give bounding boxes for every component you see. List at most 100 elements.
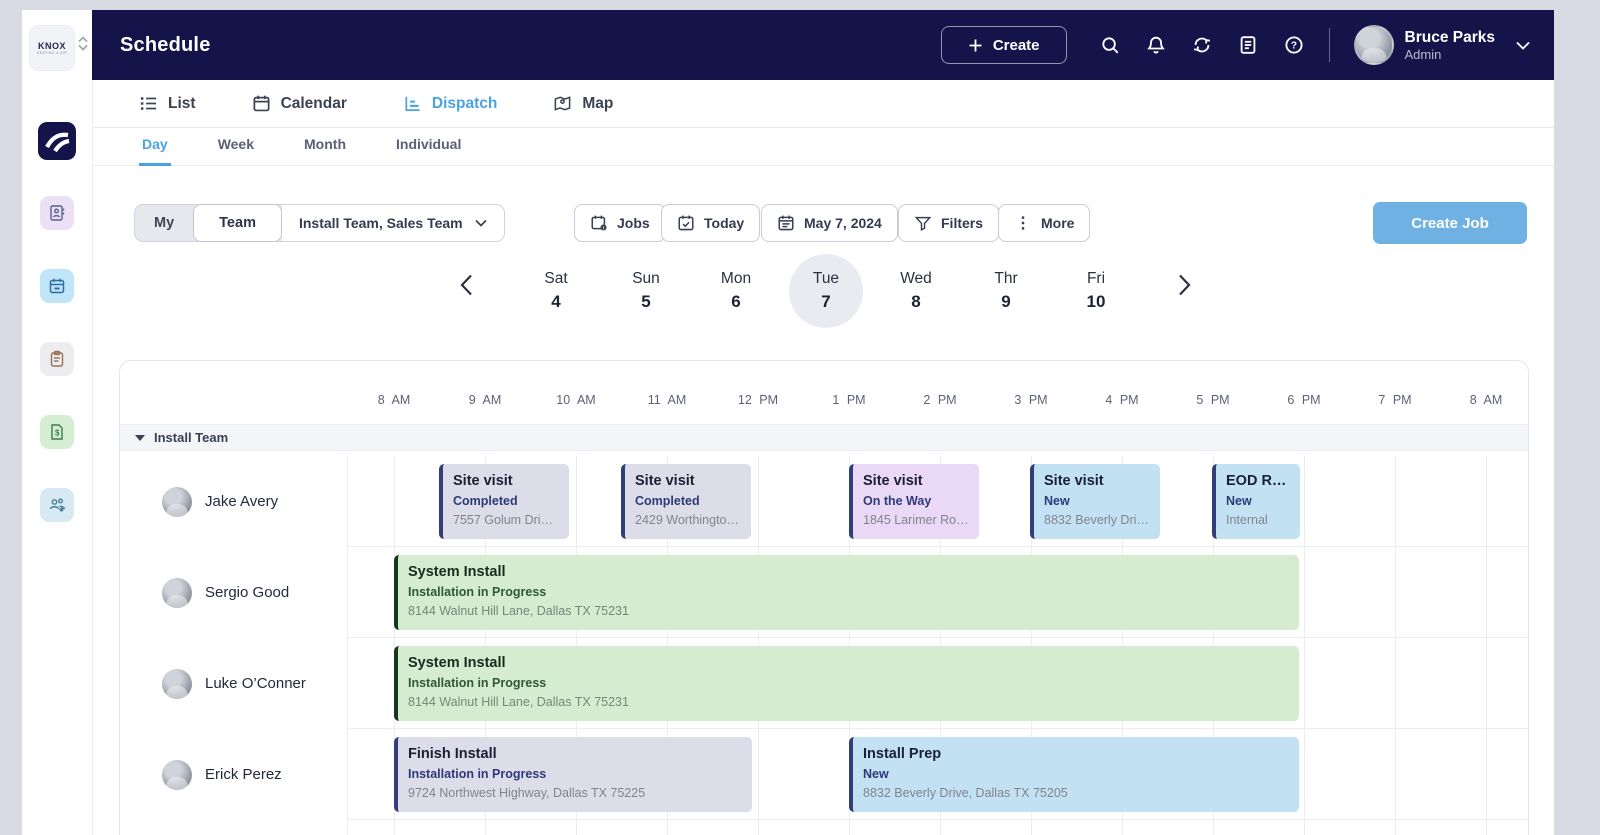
view-tab-month[interactable]: Month (301, 128, 349, 166)
sidebar-item-schedule[interactable] (40, 269, 74, 303)
search-icon[interactable] (1099, 34, 1121, 56)
team-filter-dropdown[interactable]: Install Team, Sales Team (282, 205, 504, 241)
tab-map[interactable]: Map (553, 94, 613, 113)
day-cell[interactable]: Sat4 (511, 248, 601, 334)
job-status: New (1044, 492, 1150, 511)
hour-label: 4 PM (1077, 393, 1167, 407)
tab-calendar[interactable]: Calendar (252, 94, 347, 113)
day-cell[interactable]: Sun5 (601, 248, 691, 334)
sync-icon[interactable] (1191, 34, 1213, 56)
create-button[interactable]: Create (941, 26, 1067, 64)
technician-name: Erick Perez (205, 766, 282, 783)
scope-team-button[interactable]: Team (193, 204, 282, 242)
sidebar: KNOX HEATING & AIR $ (22, 10, 92, 835)
sidebar-item-contacts[interactable] (40, 196, 74, 230)
technician-row: Jake AverySite visitCompleted7557 Golum … (120, 456, 1528, 547)
technician-cell[interactable]: Jake Avery (162, 456, 278, 547)
user-name: Bruce Parks (1405, 28, 1495, 47)
hour-label: 2 PM (895, 393, 985, 407)
swoosh-icon (44, 128, 70, 154)
tasks-icon (48, 350, 66, 368)
hour-label: 12 PM (713, 393, 803, 407)
job-card[interactable]: System InstallInstallation in Progress81… (394, 555, 1299, 630)
job-card[interactable]: EOD R…NewInternal (1212, 464, 1300, 539)
tab-dispatch-label: Dispatch (432, 95, 497, 113)
company-switcher[interactable] (78, 36, 88, 51)
chevron-down-icon (475, 219, 487, 227)
kebab-icon (1014, 214, 1032, 232)
job-card[interactable]: System InstallInstallation in Progress81… (394, 646, 1299, 721)
chevron-down-icon (1516, 41, 1530, 50)
scope-toggle: My Team Install Team, Sales Team (134, 204, 505, 242)
create-job-button[interactable]: Create Job (1373, 202, 1527, 244)
create-button-label: Create (993, 37, 1040, 54)
hour-label: 9 AM (440, 393, 530, 407)
job-card[interactable]: Install PrepNew8832 Beverly Drive, Dalla… (849, 737, 1299, 812)
technician-avatar (162, 487, 192, 517)
technician-row: Sergio Good System InstallInstallation in… (120, 547, 1528, 638)
bell-icon[interactable] (1145, 34, 1167, 56)
job-card[interactable]: Site visitNew8832 Beverly Dri… (1030, 464, 1160, 539)
job-address: 8832 Beverly Drive, Dallas TX 75205 (863, 784, 1289, 803)
sidebar-item-tasks[interactable] (40, 342, 74, 376)
technician-cell[interactable]: Sergio Good (162, 547, 289, 638)
day-cell-selected[interactable]: Tue7 (781, 248, 871, 334)
technician-name: Luke O’Conner (205, 675, 306, 692)
tab-calendar-label: Calendar (281, 95, 347, 113)
job-title: System Install (408, 562, 1289, 583)
day-name: Tue (813, 270, 839, 288)
filters-button[interactable]: Filters (898, 204, 999, 242)
user-menu[interactable]: Bruce Parks Admin (1354, 25, 1530, 65)
chevron-right-icon (1178, 274, 1191, 296)
day-cell[interactable]: Wed8 (871, 248, 961, 334)
contacts-icon (48, 204, 66, 222)
hour-label: 6 PM (1259, 393, 1349, 407)
job-status: New (1226, 492, 1290, 511)
date-picker-button[interactable]: May 7, 2024 (761, 204, 898, 242)
day-cell[interactable]: Mon6 (691, 248, 781, 334)
day-cell[interactable]: Fri10 (1051, 248, 1141, 334)
job-status: New (863, 765, 1289, 784)
day-name: Mon (721, 270, 751, 288)
job-address: 7557 Golum Dri… (453, 511, 559, 530)
today-button[interactable]: Today (661, 204, 760, 242)
notes-icon[interactable] (1237, 34, 1259, 56)
scope-my-button[interactable]: My (135, 205, 193, 241)
hour-label: 8 AM (1441, 393, 1529, 407)
job-status: Installation in Progress (408, 674, 1289, 693)
job-status: Completed (635, 492, 741, 511)
job-title: Site visit (453, 471, 559, 492)
company-logo[interactable]: KNOX HEATING & AIR (29, 25, 75, 71)
sidebar-item-team-settings[interactable] (40, 488, 74, 522)
view-tab-day[interactable]: Day (139, 128, 171, 166)
next-day-button[interactable] (1169, 270, 1199, 300)
day-name: Fri (1087, 270, 1105, 288)
tab-dispatch[interactable]: Dispatch (403, 94, 497, 113)
app-logo[interactable] (38, 122, 76, 160)
job-card[interactable]: Finish InstallInstallation in Progress97… (394, 737, 752, 812)
day-name: Sun (632, 270, 660, 288)
chevron-left-icon (460, 274, 473, 296)
job-card[interactable]: Site visitCompleted7557 Golum Dri… (439, 464, 569, 539)
view-tab-week[interactable]: Week (215, 128, 257, 166)
help-icon[interactable]: ? (1283, 34, 1305, 56)
prev-day-button[interactable] (451, 270, 481, 300)
team-group-header[interactable]: Install Team (120, 424, 1528, 451)
plus-icon (968, 38, 983, 53)
technician-cell[interactable]: Luke O’Conner (162, 638, 306, 729)
calendar-check-icon (677, 214, 695, 232)
jobs-button[interactable]: ! Jobs (574, 204, 666, 242)
day-cell[interactable]: Thr9 (961, 248, 1051, 334)
collapse-triangle-icon (135, 435, 145, 441)
technician-cell[interactable]: Erick Perez (162, 729, 282, 820)
view-tab-individual[interactable]: Individual (393, 128, 464, 166)
team-group-label: Install Team (154, 430, 228, 445)
sidebar-item-invoices[interactable]: $ (40, 415, 74, 449)
tab-list[interactable]: List (139, 94, 196, 113)
job-card[interactable]: Site visitOn the Way1845 Larimer Ro… (849, 464, 979, 539)
more-button[interactable]: More (998, 204, 1090, 242)
job-status: On the Way (863, 492, 969, 511)
team-settings-icon (48, 496, 67, 515)
job-card[interactable]: Site visitCompleted2429 Worthingto… (621, 464, 751, 539)
technician-name: Jake Avery (205, 493, 278, 510)
